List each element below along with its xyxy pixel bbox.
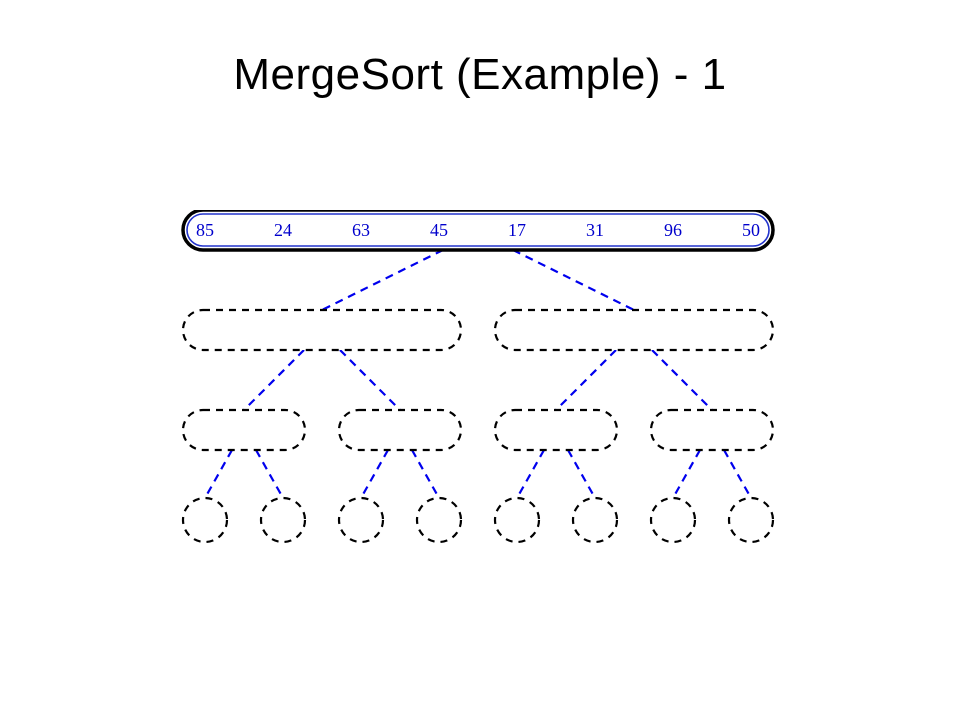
svg-text:96: 96 [664,220,682,240]
page-title: MergeSort (Example) - 1 [0,50,960,100]
svg-text:85: 85 [196,220,214,240]
svg-text:63: 63 [352,220,370,240]
svg-text:31: 31 [586,220,604,240]
svg-text:45: 45 [430,220,448,240]
svg-text:17: 17 [508,220,526,240]
svg-text:50: 50 [742,220,760,240]
mergesort-diagram: 8524634517319650root-array [165,210,805,575]
svg-text:24: 24 [274,220,292,240]
